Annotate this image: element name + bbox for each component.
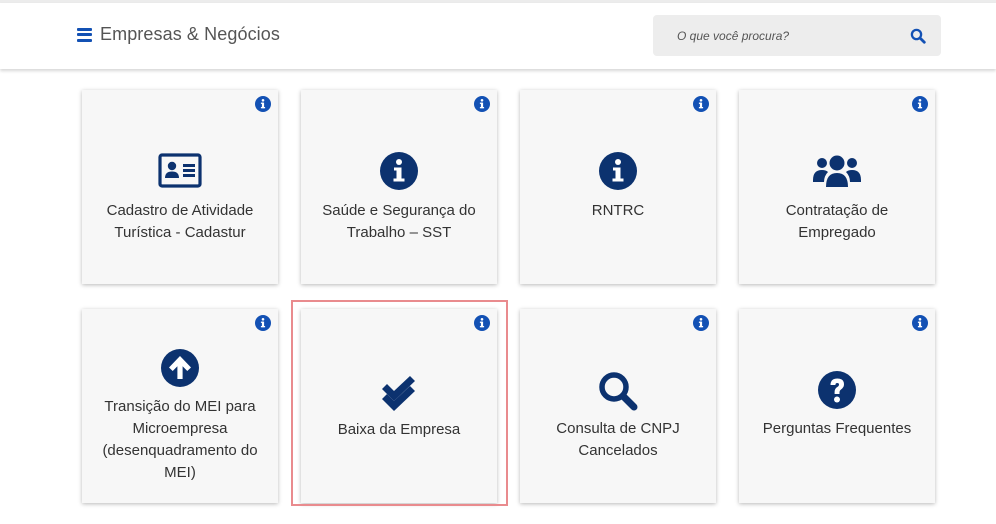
card-label: RNTRC	[591, 202, 645, 219]
card-contratacao[interactable]: Contratação de Empregado	[739, 90, 935, 284]
menu-button[interactable]: Empresas & Negócios	[77, 24, 280, 45]
info-icon[interactable]	[255, 315, 271, 331]
info-icon[interactable]	[474, 96, 490, 112]
info-circle-icon	[380, 152, 418, 190]
card-cadastur[interactable]: Cadastro de Atividade Turística - Cadast…	[82, 90, 278, 284]
info-icon[interactable]	[693, 315, 709, 331]
id-card-icon	[158, 153, 202, 188]
hamburger-icon	[77, 27, 92, 42]
card-label: Cadastro de Atividade Turística - Cadast…	[106, 202, 254, 241]
info-icon[interactable]	[912, 315, 928, 331]
info-icon[interactable]	[255, 96, 271, 112]
users-icon	[813, 155, 861, 187]
card-perguntas[interactable]: Perguntas Frequentes	[739, 309, 935, 503]
site-header: Empresas & Negócios	[0, 3, 996, 69]
question-circle-icon	[818, 371, 856, 409]
info-circle-icon	[599, 152, 637, 190]
card-rntrc[interactable]: RNTRC	[520, 90, 716, 284]
info-icon[interactable]	[693, 96, 709, 112]
card-transicao-mei[interactable]: Transição do MEI para Microempresa (dese…	[82, 309, 278, 503]
search-icon	[910, 28, 926, 44]
search-input[interactable]	[653, 15, 893, 56]
card-label: Saúde e Segurança do Trabalho – SST	[322, 202, 476, 241]
card-baixa-empresa[interactable]: Baixa da Empresa	[301, 309, 497, 503]
card-consulta-cnpj[interactable]: Consulta de CNPJ Cancelados	[520, 309, 716, 503]
arrow-circle-up-icon	[161, 349, 199, 387]
card-sst[interactable]: Saúde e Segurança do Trabalho – SST	[301, 90, 497, 284]
card-label: Consulta de CNPJ Cancelados	[556, 420, 680, 459]
search-icon	[599, 372, 638, 411]
card-label: Perguntas Frequentes	[762, 420, 912, 437]
search-bar	[653, 15, 941, 56]
card-label: Transição do MEI para Microempresa (dese…	[102, 398, 258, 481]
info-icon[interactable]	[912, 96, 928, 112]
info-icon[interactable]	[474, 315, 490, 331]
card-label: Baixa da Empresa	[337, 421, 461, 438]
site-title: Empresas & Negócios	[100, 24, 280, 44]
search-button[interactable]	[905, 23, 931, 49]
double-check-icon	[382, 376, 415, 411]
card-label: Contratação de Empregado	[785, 202, 889, 241]
